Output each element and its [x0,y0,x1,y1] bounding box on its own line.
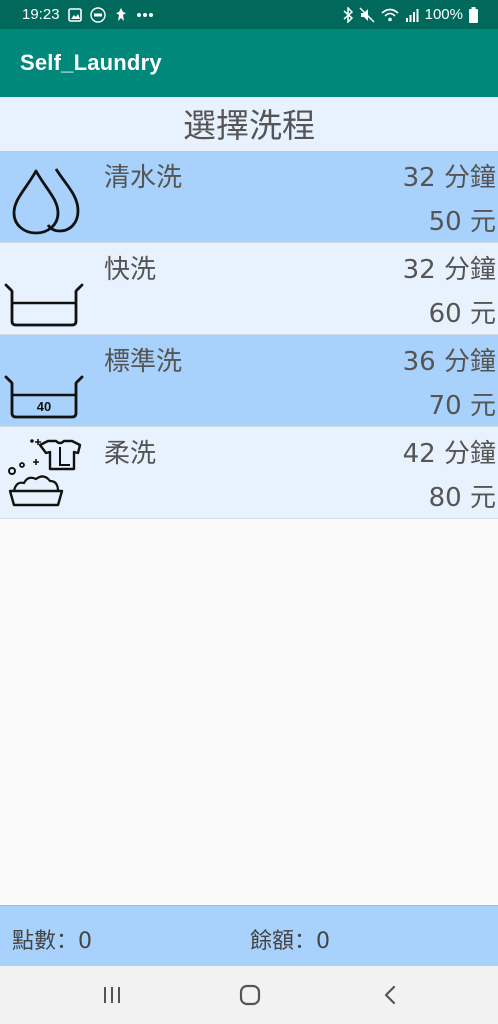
mute-icon [359,6,375,23]
gentle-wash-icon [8,439,82,507]
wash-basin-icon [4,283,84,327]
app-notification-icon [115,7,126,21]
home-icon [239,984,261,1006]
wash-40-icon: 40 [4,375,84,419]
back-button[interactable] [370,980,410,1010]
system-nav-bar [0,966,498,1024]
program-price: 70 元 [428,391,496,421]
program-duration: 36 分鐘 [402,347,496,377]
signal-icon [405,8,419,22]
back-icon [384,985,396,1005]
status-bar: 19:23 100% [0,0,498,29]
battery-icon [469,6,478,23]
program-price: 80 元 [428,483,496,513]
program-row-rinse[interactable]: 清水洗 32 分鐘 50 元 [0,151,498,243]
bluetooth-icon [343,6,353,23]
recent-apps-icon [104,987,120,1003]
home-button[interactable] [230,980,270,1010]
wash-program-list: 清水洗 32 分鐘 50 元 快洗 32 分鐘 60 元 40 標準洗 36 分… [0,151,498,519]
status-time: 19:23 [22,6,60,23]
program-duration: 42 分鐘 [402,439,496,469]
notification-100-icon [89,6,106,23]
battery-percent: 100% [424,6,463,23]
more-icon [136,12,153,17]
program-duration: 32 分鐘 [402,163,496,193]
recent-apps-button[interactable] [92,980,132,1010]
points-display: 點數：0 [12,929,92,954]
app-title: Self_Laundry [20,50,162,75]
page-title: 選擇洗程 [0,97,498,151]
program-name: 標準洗 [104,347,183,377]
program-name: 快洗 [104,255,157,285]
program-name: 柔洗 [104,439,157,469]
account-summary: 點數：0 餘額：0 [0,905,498,967]
program-row-gentle[interactable]: 柔洗 42 分鐘 80 元 [0,427,498,519]
program-price: 50 元 [428,207,496,237]
wifi-icon [381,8,399,21]
program-row-quick[interactable]: 快洗 32 分鐘 60 元 [0,243,498,335]
program-duration: 32 分鐘 [402,255,496,285]
gallery-icon [67,7,82,22]
svg-text:40: 40 [37,399,51,414]
water-drops-icon [12,168,80,235]
balance-display: 餘額：0 [250,929,330,954]
program-name: 清水洗 [104,163,183,193]
program-row-standard[interactable]: 40 標準洗 36 分鐘 70 元 [0,335,498,427]
app-bar: Self_Laundry [0,29,498,97]
program-price: 60 元 [428,299,496,329]
